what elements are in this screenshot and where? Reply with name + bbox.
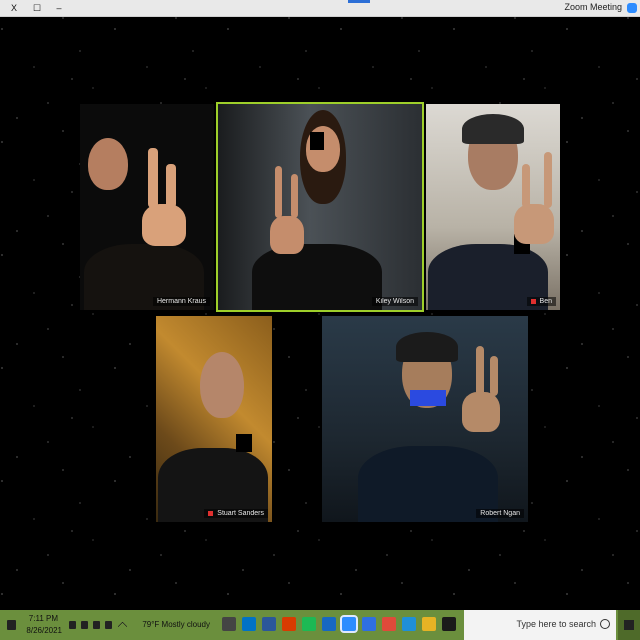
mirrored-screen: Zoom Meeting – ☐ X Hermann Kraus Kiley W… [0, 0, 640, 640]
participant-tile-hermann[interactable]: Hermann Kraus [80, 104, 214, 310]
participant-name: Hermann Kraus [156, 298, 206, 305]
mic-muted-icon [208, 510, 214, 516]
participant-tile-robert[interactable]: Robert Ngan [322, 316, 528, 522]
maximize-button[interactable]: ☐ [26, 0, 48, 16]
zoom-meeting-window: Zoom Meeting – ☐ X Hermann Kraus Kiley W… [0, 0, 640, 640]
participant-name: Stuart Sanders [217, 510, 264, 517]
taskbar-search[interactable]: Type here to search [464, 610, 616, 640]
windows-taskbar: Type here to search 79°F Mostly cloudy 7… [0, 610, 640, 640]
clock-date[interactable]: 8/26/2021 [26, 626, 62, 635]
network-icon[interactable] [105, 621, 112, 629]
battery-icon[interactable] [81, 621, 88, 629]
spotify-icon[interactable] [302, 617, 316, 631]
volume-icon[interactable] [93, 621, 100, 629]
start-button[interactable] [618, 610, 640, 640]
edge-icon[interactable] [402, 617, 416, 631]
chrome-icon[interactable] [382, 617, 396, 631]
search-placeholder: Type here to search [516, 619, 596, 629]
outlook-icon[interactable] [242, 617, 256, 631]
mic-muted-icon [530, 298, 536, 304]
participant-name: Kiley Wilson [375, 298, 414, 305]
participant-tile-ben[interactable]: Ben [426, 104, 560, 310]
window-title: Zoom Meeting [564, 2, 622, 12]
task-view-icon[interactable] [442, 617, 456, 631]
share-indicator-bar [348, 0, 370, 3]
search-icon [600, 619, 610, 629]
close-button[interactable]: X [0, 0, 28, 16]
participant-name: Ben [539, 298, 552, 305]
weather-widget[interactable]: 79°F Mostly cloudy [142, 620, 210, 629]
keyboard-icon[interactable] [69, 621, 76, 629]
file-explorer-icon[interactable] [422, 617, 436, 631]
participant-tile-stuart[interactable]: Stuart Sanders [156, 316, 272, 522]
participant-tile-kiley[interactable]: Kiley Wilson [216, 102, 424, 312]
store-icon[interactable] [362, 617, 376, 631]
notifications-icon[interactable] [7, 620, 16, 630]
office-icon[interactable] [282, 617, 296, 631]
zoom-icon[interactable] [340, 615, 358, 633]
windows-logo-icon [624, 620, 634, 630]
zoom-app-icon [627, 3, 637, 13]
mail-icon[interactable] [322, 617, 336, 631]
clock-time[interactable]: 7:11 PM [29, 614, 58, 623]
word-icon[interactable] [262, 617, 276, 631]
starfield-noise [0, 0, 640, 640]
chevron-up-icon[interactable] [117, 621, 128, 632]
participant-name: Robert Ngan [480, 510, 520, 517]
settings-icon[interactable] [222, 617, 236, 631]
title-bar: Zoom Meeting – ☐ X [0, 0, 640, 17]
minimize-button[interactable]: – [48, 0, 70, 16]
